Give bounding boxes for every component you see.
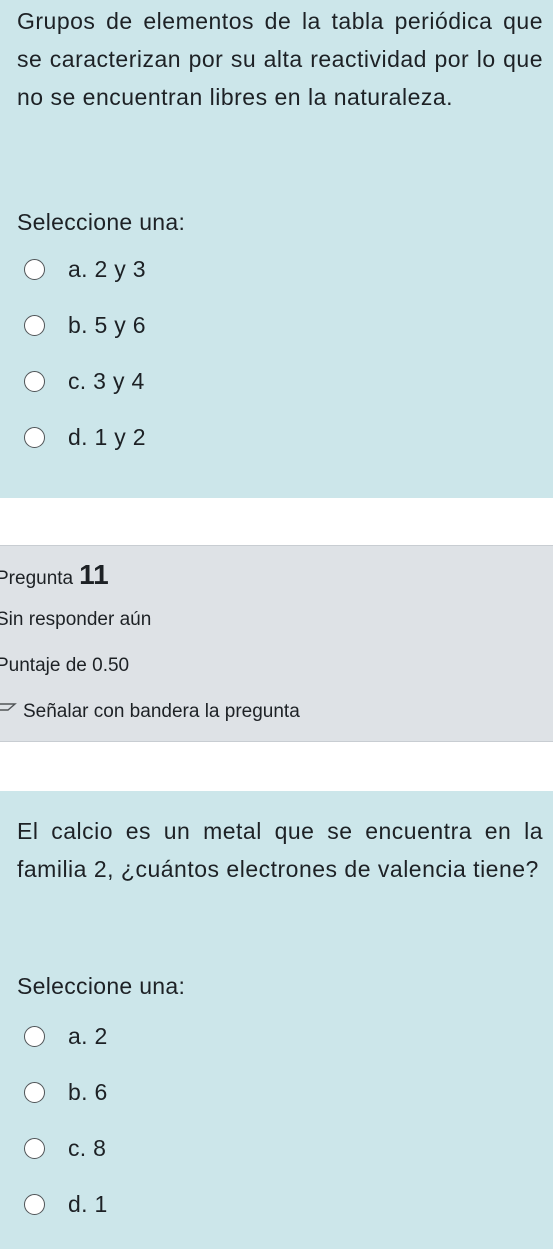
question-status: Sin responder aún [0, 609, 152, 630]
option-label: d. 1 [68, 1190, 108, 1217]
answer-option-b[interactable]: b. 6 [24, 1074, 108, 1110]
answer-prompt: Seleccione una: [17, 973, 186, 999]
radio-button[interactable] [24, 426, 45, 448]
question-info-panel: Pregunta 11 Sin responder aún Puntaje de … [0, 545, 553, 742]
option-label: d. 1 y 2 [68, 423, 146, 450]
flag-icon [0, 703, 17, 711]
answer-prompt: Seleccione una: [17, 209, 186, 235]
question-11-content: El calcio es un metal que se encuentra e… [0, 791, 553, 1249]
option-label: a. 2 [68, 1022, 108, 1049]
answer-option-a[interactable]: a. 2 [24, 1018, 108, 1054]
radio-button[interactable] [24, 314, 45, 336]
radio-button[interactable] [24, 1081, 45, 1103]
answer-option-c[interactable]: c. 8 [24, 1130, 106, 1166]
radio-button[interactable] [24, 1193, 45, 1215]
answer-option-c[interactable]: c. 3 y 4 [24, 363, 145, 399]
question-10-content: Grupos de elementos de la tabla periódic… [0, 0, 553, 498]
flag-label: Señalar con bandera la pregunta [23, 701, 300, 722]
flag-question-link[interactable]: Señalar con bandera la pregunta [0, 701, 300, 723]
option-label: a. 2 y 3 [68, 255, 146, 282]
radio-button[interactable] [24, 370, 45, 392]
option-label: b. 5 y 6 [68, 311, 146, 338]
radio-button[interactable] [24, 1025, 45, 1047]
question-score: Puntaje de 0.50 [0, 655, 130, 676]
question-text: El calcio es un metal que se encuentra e… [17, 818, 543, 882]
answer-option-a[interactable]: a. 2 y 3 [24, 251, 146, 287]
radio-button[interactable] [24, 258, 45, 280]
answer-option-d[interactable]: d. 1 [24, 1186, 108, 1222]
option-label: c. 8 [68, 1134, 107, 1161]
answer-option-d[interactable]: d. 1 y 2 [24, 419, 146, 455]
radio-button[interactable] [24, 1137, 45, 1159]
question-text: Grupos de elementos de la tabla periódic… [17, 8, 543, 110]
question-number: Pregunta 11 [0, 559, 109, 591]
question-number-value: 11 [79, 559, 109, 590]
answer-option-b[interactable]: b. 5 y 6 [24, 307, 146, 343]
question-label: Pregunta [0, 568, 74, 589]
option-label: b. 6 [68, 1078, 108, 1105]
option-label: c. 3 y 4 [68, 367, 145, 394]
